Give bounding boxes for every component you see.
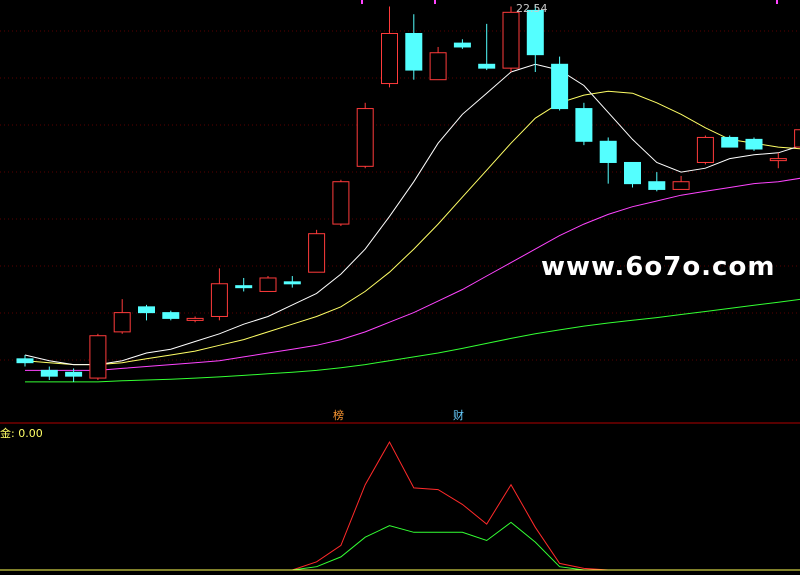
candle-body-4	[113, 312, 131, 333]
candle-body-12	[308, 233, 326, 273]
candle-11	[283, 276, 301, 288]
top-markers	[361, 0, 778, 4]
candle-body-28	[696, 136, 714, 163]
candle-body-6	[162, 312, 180, 319]
candle-body-18	[453, 42, 471, 48]
candle-body-26	[648, 181, 666, 190]
candle-body-9	[235, 285, 253, 289]
candle-32	[794, 129, 800, 148]
indicator-label: 金: 0.00	[0, 426, 43, 440]
candle-9	[235, 277, 253, 292]
indicator-lines	[0, 440, 800, 571]
candle-27	[672, 175, 690, 190]
candle-body-16	[405, 32, 423, 71]
candle-body-23	[575, 108, 593, 142]
candle-4	[113, 299, 131, 334]
candle-1	[40, 366, 58, 380]
indicator-line-0	[0, 440, 800, 571]
annotation-tag-2: 财	[453, 408, 464, 422]
candle-body-3	[89, 335, 107, 379]
candle-body-20	[502, 11, 520, 69]
stock-chart: 22.54 www.6o7o.com 榜 财 金: 0.00	[0, 0, 800, 571]
candle-23	[575, 102, 593, 146]
ma10-line	[24, 90, 800, 366]
candle-body-29	[721, 136, 739, 148]
candle-body-1	[40, 369, 58, 377]
high-price-label: 22.54	[516, 2, 548, 15]
candle-3	[89, 333, 107, 380]
candle-28	[696, 135, 714, 165]
candle-body-25	[624, 161, 641, 185]
candle-body-10	[259, 277, 277, 292]
candle-7	[186, 316, 204, 323]
candle-body-13	[332, 181, 350, 225]
candlesticks	[16, 5, 800, 382]
candle-22	[551, 56, 569, 111]
ma5-line	[24, 63, 800, 366]
candle-8	[210, 268, 228, 321]
candle-body-2	[65, 371, 83, 377]
candle-body-5	[138, 306, 155, 314]
candle-body-27	[672, 181, 690, 190]
candle-body-21	[526, 9, 544, 56]
candle-21	[526, 5, 544, 72]
candle-10	[259, 276, 277, 292]
candle-20	[502, 6, 520, 72]
candle-body-22	[551, 63, 569, 110]
candle-body-8	[210, 283, 228, 317]
candle-14	[356, 102, 374, 169]
candle-body-19	[478, 63, 496, 69]
candle-body-0	[16, 358, 34, 364]
candle-29	[721, 135, 739, 148]
candle-15	[381, 6, 398, 88]
ma60-line	[25, 293, 800, 383]
candle-body-14	[356, 108, 374, 167]
candle-body-7	[186, 317, 204, 321]
indicator-line-1	[0, 521, 800, 571]
candle-body-15	[381, 32, 398, 85]
candle-body-31	[769, 158, 787, 162]
candle-5	[138, 304, 155, 321]
candle-body-30	[745, 138, 763, 150]
watermark: www.6o7o.com	[541, 252, 775, 282]
candle-26	[648, 172, 666, 192]
candle-body-17	[429, 52, 447, 81]
candle-24	[599, 137, 617, 184]
candle-body-24	[599, 140, 617, 163]
candle-25	[624, 161, 641, 188]
candle-body-11	[283, 281, 301, 285]
annotation-tag-1: 榜	[333, 408, 344, 422]
candle-17	[429, 46, 447, 81]
candle-body-32	[794, 129, 800, 148]
candle-18	[453, 39, 471, 49]
moving-average-lines	[24, 63, 800, 383]
candle-12	[308, 229, 326, 273]
candle-31	[769, 152, 787, 169]
candle-16	[405, 14, 423, 80]
candle-30	[745, 137, 763, 151]
candle-13	[332, 179, 350, 226]
candle-6	[162, 310, 180, 321]
